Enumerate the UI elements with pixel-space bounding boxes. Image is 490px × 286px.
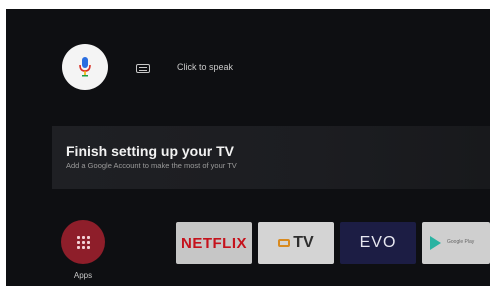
voice-prompt-text: Click to speak [177,62,234,72]
netflix-logo-text: NETFLIX [181,234,247,252]
play-store-icon [430,236,441,250]
app-tile-netflix[interactable]: NETFLIX [176,222,252,264]
play-logo-text: Google Play [447,239,475,246]
apps-label: Apps [73,271,93,280]
grid-icon [76,235,90,249]
app-tile-google-play[interactable]: Google Play [422,222,490,264]
apps-button[interactable] [61,220,105,264]
evo-logo-text: EVO [359,234,397,251]
setup-subtitle: Add a Google Account to make the most of… [66,161,237,170]
setup-title: Finish setting up your TV [66,143,234,159]
app-tile-evo[interactable]: EVO [340,222,416,264]
voice-search-button[interactable] [62,44,108,90]
finish-setup-card[interactable]: Finish setting up your TV Add a Google A… [52,126,490,189]
tv-logo-icon [278,239,291,247]
keyboard-icon[interactable] [136,64,150,73]
tv-logo-text: TV [293,234,314,251]
tv-home-screen: Click to speak Finish setting up your TV… [6,9,490,286]
app-tile-tv[interactable]: TV [258,222,334,264]
microphone-icon [79,57,91,77]
